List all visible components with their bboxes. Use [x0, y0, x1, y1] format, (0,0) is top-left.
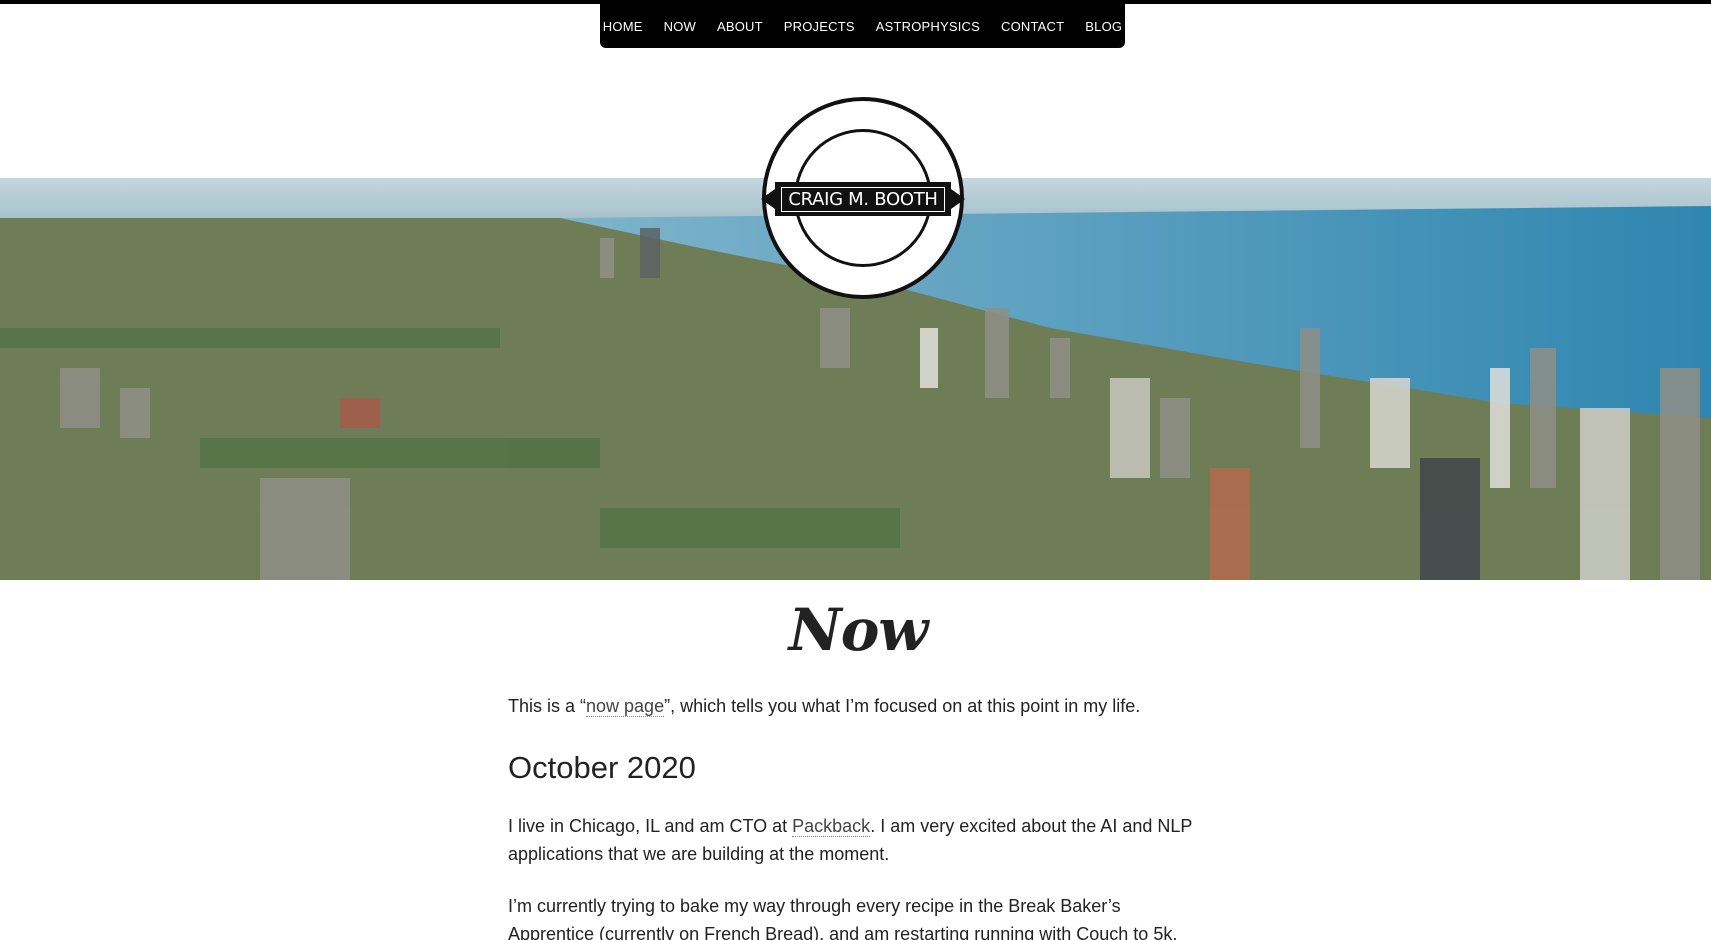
- nav-about[interactable]: ABOUT: [717, 19, 763, 34]
- paragraph-work: I live in Chicago, IL and am CTO at Pack…: [508, 812, 1208, 868]
- para1-text-before: I live in Chicago, IL and am CTO at: [508, 816, 793, 836]
- nav-astrophysics[interactable]: ASTROPHYSICS: [876, 19, 980, 34]
- page-title: Now: [788, 596, 929, 664]
- ribbon-tail-right: [951, 189, 965, 209]
- nav-blog[interactable]: BLOG: [1085, 19, 1122, 34]
- intro-text-before: This is a “: [508, 696, 587, 716]
- nav-contact[interactable]: CONTACT: [1001, 19, 1064, 34]
- main-nav: HOME NOW ABOUT PROJECTS ASTROPHYSICS CON…: [600, 4, 1125, 48]
- main-content: Now This is a “now page”, which tells yo…: [508, 596, 1208, 940]
- now-page-link[interactable]: now page: [586, 696, 665, 717]
- logo-ribbon: CRAIG M. BOOTH: [761, 182, 965, 216]
- nav-now[interactable]: NOW: [664, 19, 696, 34]
- intro-paragraph: This is a “now page”, which tells you wh…: [508, 692, 1208, 720]
- packback-link[interactable]: Packback: [792, 816, 871, 837]
- site-logo[interactable]: CRAIG M. BOOTH: [761, 97, 965, 299]
- logo-band: CRAIG M. BOOTH: [775, 182, 951, 216]
- logo-inner-ring: CRAIG M. BOOTH: [761, 129, 965, 267]
- section-heading: October 2020: [508, 750, 696, 785]
- intro-text-after: ”, which tells you what I’m focused on a…: [664, 696, 1141, 716]
- ribbon-tail-left: [761, 189, 775, 209]
- paragraph-hobbies: I’m currently trying to bake my way thro…: [508, 896, 1178, 940]
- nav-projects[interactable]: PROJECTS: [784, 19, 855, 34]
- logo-text: CRAIG M. BOOTH: [781, 186, 945, 212]
- nav-home[interactable]: HOME: [603, 19, 643, 34]
